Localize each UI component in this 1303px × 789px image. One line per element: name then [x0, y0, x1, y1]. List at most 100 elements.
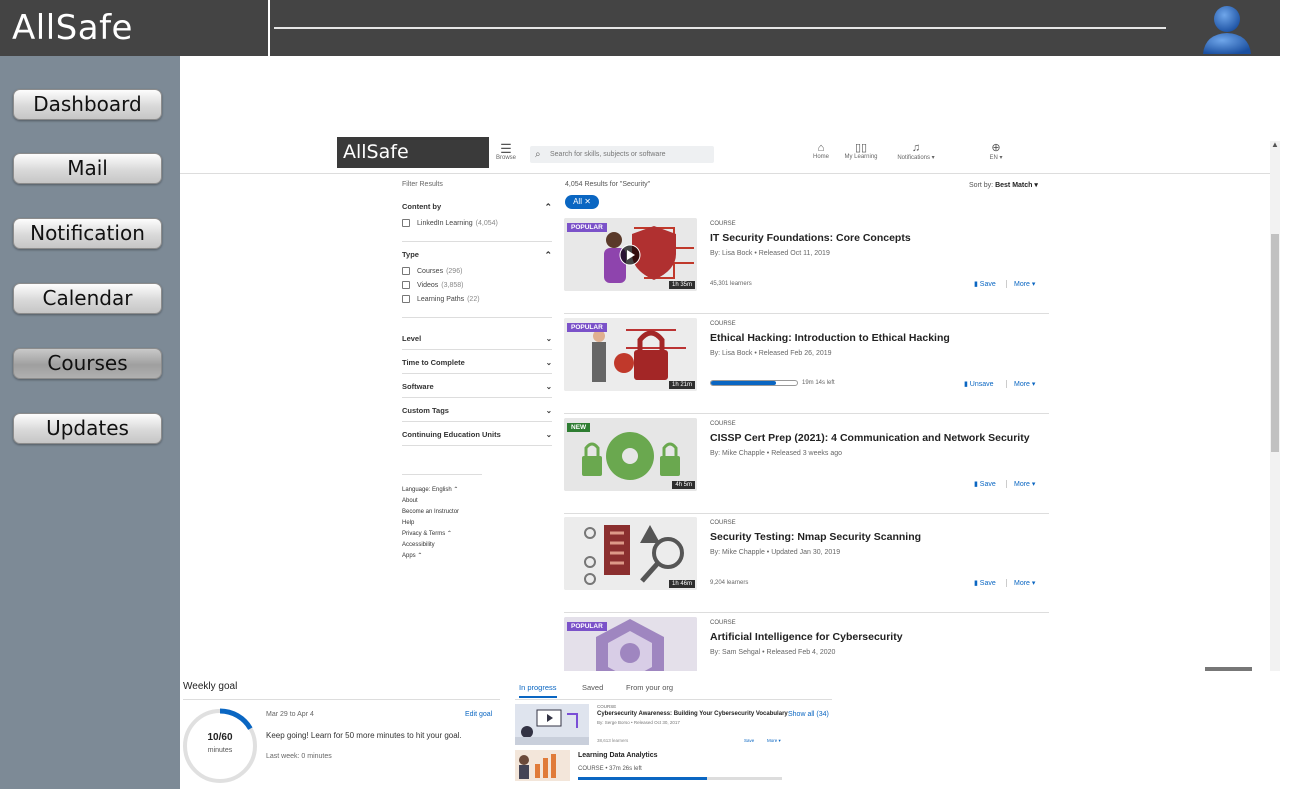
in-progress-title[interactable]: Cybersecurity Awareness: Building Your C… [597, 711, 788, 717]
course-title[interactable]: Ethical Hacking: Introduction to Ethical… [710, 332, 950, 344]
tab-in-progress[interactable]: In progress [519, 683, 557, 698]
tab-from-your-org[interactable]: From your org [626, 683, 673, 692]
thumbnail-art [515, 704, 589, 745]
nav-home[interactable]: ⌂ Home [810, 142, 832, 160]
more-button[interactable]: More ▾ [1006, 280, 1035, 288]
in-progress-learners: 38,613 learners [597, 738, 629, 743]
in-progress-bar-fill-2 [578, 777, 707, 780]
sidebar-item-courses[interactable]: Courses [13, 348, 162, 379]
course-thumbnail[interactable]: POPULAR [564, 617, 697, 671]
user-avatar-icon[interactable] [1200, 2, 1254, 54]
app-window: AllSafe Security Dashboard Mail Notifica… [0, 0, 1303, 789]
filter-head-content-by[interactable]: Content by ⌃ [402, 202, 552, 213]
list-icon: ☰ [500, 141, 512, 156]
filter-ceu[interactable]: Continuing Education Units ⌄ [402, 422, 552, 446]
play-icon[interactable] [619, 244, 641, 266]
course-thumbnail[interactable]: POPULAR 1h 21m [564, 318, 697, 391]
footer-apps[interactable]: Apps ⌃ [402, 551, 482, 562]
course-card: 1h 46m COURSE Security Testing: Nmap Sec… [564, 517, 1049, 613]
sidebar-item-dashboard[interactable]: Dashboard [13, 89, 162, 120]
sidebar-item-mail[interactable]: Mail [13, 153, 162, 184]
nav-my-learning[interactable]: ▯▯ My Learning [842, 142, 880, 160]
in-progress-thumbnail[interactable] [515, 704, 589, 745]
more-button[interactable]: More ▾ [767, 738, 781, 744]
scrollbar-thumb[interactable] [1271, 234, 1279, 452]
footer-language[interactable]: Language: English ⌃ [402, 485, 482, 496]
filter-custom-tags[interactable]: Custom Tags ⌄ [402, 398, 552, 422]
course-title[interactable]: Security Testing: Nmap Security Scanning [710, 531, 921, 543]
badge-popular: POPULAR [567, 323, 607, 332]
chevron-down-icon: ⌄ [545, 358, 552, 367]
filter-option[interactable]: Videos (3,858) [402, 281, 552, 289]
filter-group-type: Type ⌃ Courses (296) Videos (3,858) Lear… [402, 250, 552, 318]
save-button[interactable]: ▮ Save [974, 579, 996, 587]
nav-language[interactable]: ⊕ EN ▾ [984, 142, 1008, 161]
edit-goal-link[interactable]: Edit goal [465, 711, 492, 718]
checkbox[interactable] [402, 295, 410, 303]
chevron-up-icon: ⌃ [544, 250, 552, 260]
more-button[interactable]: More ▾ [1006, 579, 1035, 587]
in-progress-thumbnail[interactable] [515, 750, 570, 781]
course-type: COURSE [710, 221, 736, 227]
filter-group-content-by: Content by ⌃ LinkedIn Learning (4,054) [402, 202, 552, 242]
course-thumbnail[interactable]: NEW 4h 5m [564, 418, 697, 491]
course-author: By: Mike Chapple • Released 3 weeks ago [710, 450, 843, 457]
save-button[interactable]: ▮ Save [974, 480, 996, 488]
more-button[interactable]: More ▾ [1006, 480, 1035, 488]
sidebar-item-calendar[interactable]: Calendar [13, 283, 162, 314]
save-button[interactable]: Save [744, 738, 754, 743]
filter-chip-all[interactable]: All ✕ [565, 195, 599, 209]
badge-new: NEW [567, 423, 591, 432]
in-progress-title-2[interactable]: Learning Data Analytics [578, 752, 658, 759]
app-title: AllSafe Security [0, 0, 270, 104]
search-placeholder: Search for skills, subjects or software [550, 151, 666, 158]
top-header: AllSafe Security [0, 0, 1280, 104]
filter-head-type[interactable]: Type ⌃ [402, 250, 552, 261]
show-all-link[interactable]: Show all (34) [788, 711, 829, 718]
footer-accessibility[interactable]: Accessibility [402, 540, 482, 551]
search-input[interactable]: ⌕ Search for skills, subjects or softwar… [530, 146, 714, 163]
footer-privacy[interactable]: Privacy & Terms ⌃ [402, 529, 482, 540]
sidebar-item-updates[interactable]: Updates [13, 413, 162, 444]
course-type: COURSE [710, 620, 736, 626]
course-thumbnail[interactable]: 1h 46m [564, 517, 697, 590]
filter-software[interactable]: Software ⌄ [402, 374, 552, 398]
course-thumbnail[interactable]: POPULAR 1h 35m [564, 218, 697, 291]
filter-option[interactable]: Learning Paths (22) [402, 295, 552, 303]
save-button[interactable]: ▮ Save [974, 280, 996, 288]
nav-notifications[interactable]: ♫ Notifications ▾ [891, 142, 941, 161]
badge-popular: POPULAR [567, 622, 607, 631]
weekly-goal-dates: Mar 29 to Apr 4 [266, 711, 314, 718]
sidebar-item-notification[interactable]: Notification [13, 218, 162, 249]
learning-brand[interactable]: AllSafe Security [337, 137, 489, 194]
badge-popular: POPULAR [567, 223, 607, 232]
weekly-goal-title: Weekly goal [183, 681, 238, 692]
footer-help[interactable]: Help [402, 518, 482, 529]
tab-saved[interactable]: Saved [582, 683, 603, 692]
checkbox[interactable] [402, 219, 410, 227]
course-type: COURSE [710, 321, 736, 327]
unsave-button[interactable]: ▮ Unsave [964, 380, 994, 388]
sort-dropdown[interactable]: Sort by: Best Match ▾ [969, 181, 1038, 189]
footer-links: Language: English ⌃ About Become an Inst… [402, 474, 482, 562]
checkbox[interactable] [402, 281, 410, 289]
filter-option[interactable]: LinkedIn Learning (4,054) [402, 219, 552, 227]
filter-option[interactable]: Courses (296) [402, 267, 552, 275]
course-author: By: Lisa Bock • Released Oct 11, 2019 [710, 250, 830, 257]
footer-instructor[interactable]: Become an Instructor [402, 507, 482, 518]
bottom-panel: Weekly goal 10/60 minutes Mar 29 to Apr … [180, 671, 1280, 789]
filter-level[interactable]: Level ⌄ [402, 326, 552, 350]
book-icon: ▯▯ [854, 142, 868, 154]
course-author: By: Lisa Bock • Released Feb 26, 2019 [710, 350, 832, 357]
course-title[interactable]: Artificial Intelligence for Cybersecurit… [710, 631, 903, 643]
course-title[interactable]: CISSP Cert Prep (2021): 4 Communication … [710, 432, 1030, 444]
scroll-up-icon[interactable]: ▲ [1271, 140, 1279, 149]
browse-button[interactable]: ☰ Browse [493, 142, 519, 161]
thumbnail-art [515, 750, 570, 781]
footer-about[interactable]: About [402, 496, 482, 507]
course-learners: 45,301 learners [710, 281, 752, 287]
more-button[interactable]: More ▾ [1006, 380, 1035, 388]
filter-time[interactable]: Time to Complete ⌄ [402, 350, 552, 374]
course-title[interactable]: IT Security Foundations: Core Concepts [710, 232, 911, 244]
checkbox[interactable] [402, 267, 410, 275]
